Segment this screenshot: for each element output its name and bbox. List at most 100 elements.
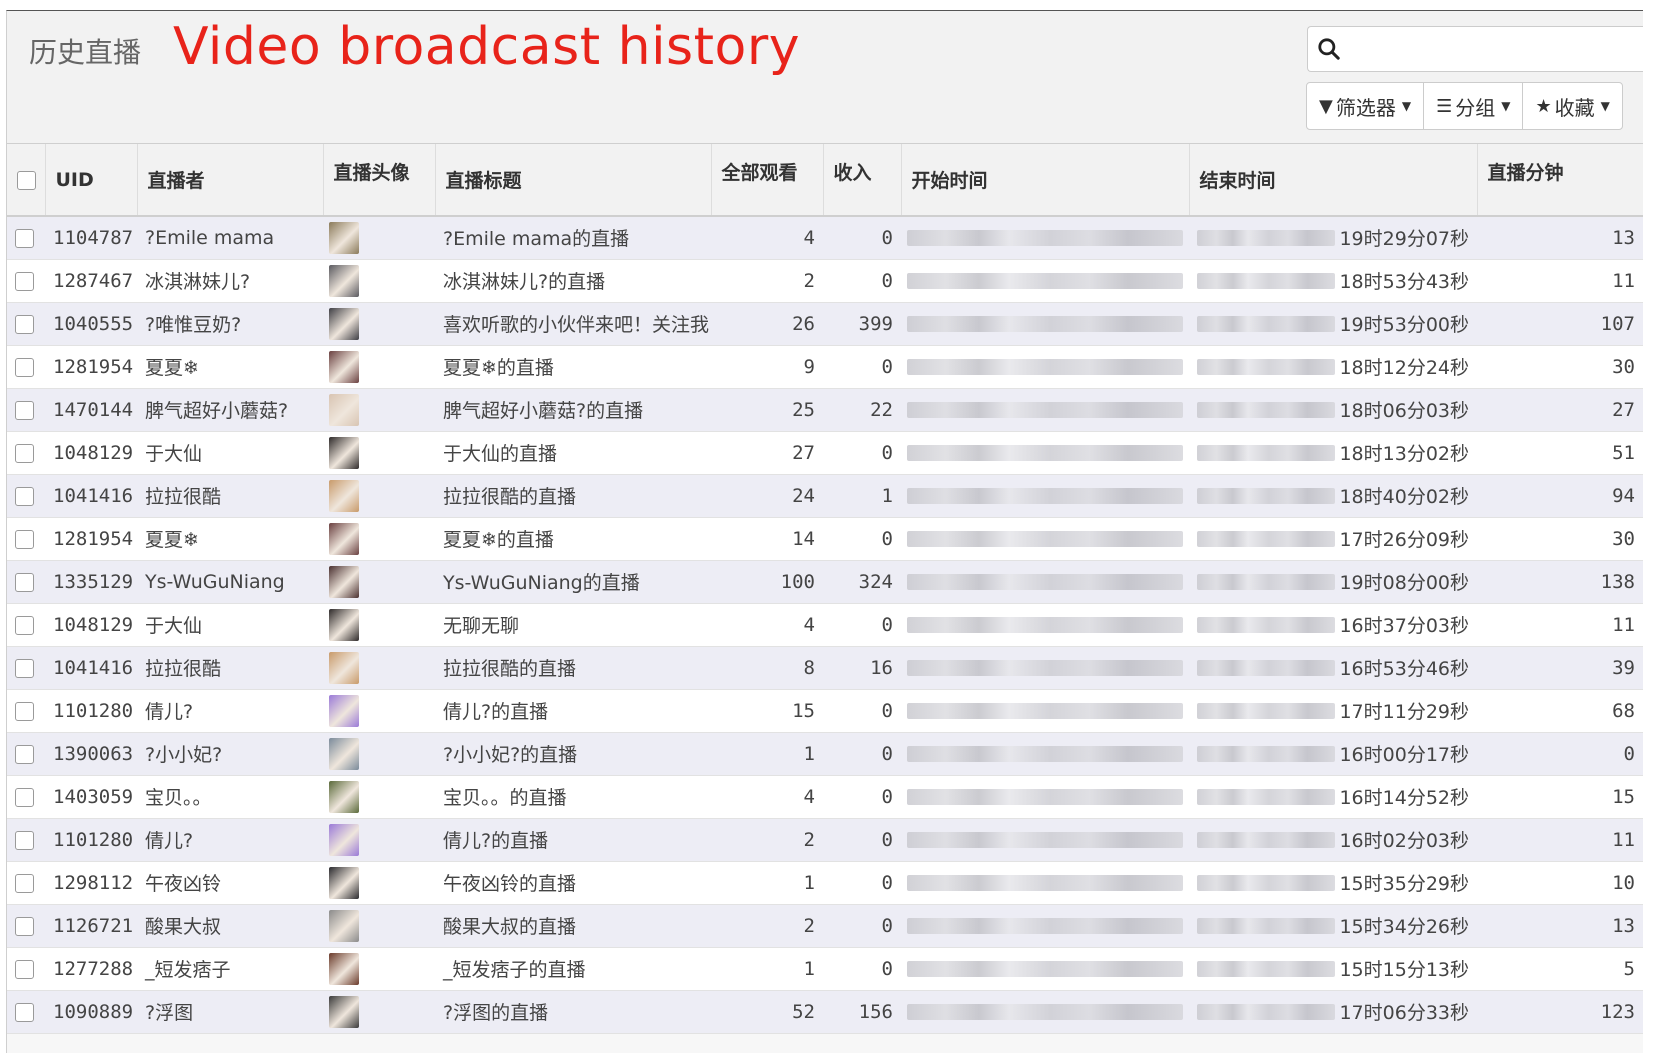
row-checkbox[interactable] (15, 486, 34, 506)
row-checkbox[interactable] (15, 443, 34, 463)
favorites-button[interactable]: ★ 收藏 ▼ (1522, 82, 1623, 130)
column-header-income[interactable]: 收入 (823, 144, 902, 217)
title-cell: 喜欢听歌的小伙伴来吧！关注我 (435, 302, 711, 346)
select-all-checkbox[interactable] (17, 170, 36, 190)
avatar-cell (323, 732, 435, 776)
redacted-end-date (1197, 616, 1336, 633)
avatar-cell (323, 947, 435, 991)
table-row[interactable]: 1335129 Ys-WuGuNiang Ys-WuGuNiang的直播 100 324… (7, 560, 1643, 604)
views-cell: 4 (711, 216, 823, 260)
row-checkbox[interactable] (15, 271, 34, 291)
row-checkbox[interactable] (15, 357, 34, 377)
income-cell: 0 (823, 689, 901, 733)
row-checkbox[interactable] (15, 314, 34, 334)
redacted-end-date (1197, 960, 1336, 977)
income-cell: 22 (823, 388, 901, 432)
end-time-cell: 18时40分02秒 (1189, 474, 1477, 518)
streamer-cell: ?唯惟豆奶? (137, 302, 323, 346)
end-time-text: 16时00分17秒 (1339, 744, 1469, 766)
avatar-cell (323, 259, 435, 303)
row-checkbox[interactable] (15, 400, 34, 420)
views-cell: 14 (711, 517, 823, 561)
end-time-cell: 19时29分07秒 (1189, 216, 1477, 260)
uid-cell: 1277288 (45, 947, 137, 991)
streamer-cell: 夏夏❄ (137, 345, 323, 389)
income-cell: 0 (823, 818, 901, 862)
end-time-cell: 19时53分00秒 (1189, 302, 1477, 346)
row-checkbox[interactable] (15, 228, 34, 248)
column-header-minutes[interactable]: 直播分钟 (1477, 144, 1643, 217)
row-checkbox[interactable] (15, 572, 34, 592)
income-cell: 16 (823, 646, 901, 690)
title-cell: 夏夏❄的直播 (435, 517, 711, 561)
table-row[interactable]: 1101280 倩儿? 倩儿?的直播 15 0 17时11分29秒 68 (7, 689, 1643, 733)
row-checkbox[interactable] (15, 1002, 34, 1022)
table-row[interactable]: 1277288 _短发痞子 _短发痞子的直播 1 0 15时15分13秒 5 (7, 947, 1643, 991)
avatar (329, 436, 359, 469)
table-row[interactable]: 1090889 ?浮图 ?浮图的直播 52 156 17时06分33秒 123 (7, 990, 1643, 1034)
table-row[interactable]: 1048129 于大仙 于大仙的直播 27 0 18时13分02秒 51 (7, 431, 1643, 475)
streamer-cell: ?Emile mama (137, 216, 323, 260)
avatar-cell (323, 302, 435, 346)
table-row[interactable]: 1403059 宝贝。。 宝贝。。的直播 4 0 16时14分52秒 15 (7, 775, 1643, 819)
search-input[interactable] (1348, 31, 1632, 67)
start-time-cell (901, 861, 1189, 905)
uid-cell: 1281954 (45, 345, 137, 389)
row-checkbox[interactable] (15, 658, 34, 678)
table-row[interactable]: 1041416 拉拉很酷 拉拉很酷的直播 24 1 18时40分02秒 94 (7, 474, 1643, 518)
minutes-cell: 13 (1477, 904, 1643, 948)
column-header-uid[interactable]: UID (45, 144, 138, 217)
table-row[interactable]: 1390063 ?小小妃? ?小小妃?的直播 1 0 16时00分17秒 0 (7, 732, 1643, 776)
column-header-avatar[interactable]: 直播头像 (323, 144, 436, 217)
row-checkbox[interactable] (15, 959, 34, 979)
row-select-cell (7, 646, 45, 690)
broadcast-table: UID 直播者 直播头像 直播标题 全部观看 收入 开始时间 结束时间 直播分钟… (7, 144, 1643, 1034)
row-checkbox[interactable] (15, 916, 34, 936)
row-checkbox[interactable] (15, 873, 34, 893)
table-row[interactable]: 1101280 倩儿? 倩儿?的直播 2 0 16时02分03秒 11 (7, 818, 1643, 862)
list-icon: ☰ (1436, 95, 1453, 117)
table-row[interactable]: 1048129 于大仙 无聊无聊 4 0 16时37分03秒 11 (7, 603, 1643, 647)
avatar (329, 221, 359, 254)
row-select-cell (7, 947, 45, 991)
start-time-cell (901, 560, 1189, 604)
end-time-cell: 18时12分24秒 (1189, 345, 1477, 389)
income-cell: 0 (823, 732, 901, 776)
table-header-row: UID 直播者 直播头像 直播标题 全部观看 收入 开始时间 结束时间 直播分钟 (7, 144, 1643, 217)
table-row[interactable]: 1298112 午夜凶铃 午夜凶铃的直播 1 0 15时35分29秒 10 (7, 861, 1643, 905)
column-header-start-time[interactable]: 开始时间 (901, 144, 1190, 217)
row-checkbox[interactable] (15, 615, 34, 635)
group-by-button[interactable]: ☰ 分组 ▼ (1423, 82, 1524, 130)
row-select-cell (7, 259, 45, 303)
redacted-start-time (907, 530, 1183, 547)
views-cell: 1 (711, 947, 823, 991)
column-header-title[interactable]: 直播标题 (435, 144, 712, 217)
minutes-cell: 5 (1477, 947, 1643, 991)
row-checkbox[interactable] (15, 787, 34, 807)
table-row[interactable]: 1470144 脾气超好小蘑菇? 脾气超好小蘑菇?的直播 25 22 18时06分03秒 2… (7, 388, 1643, 432)
row-checkbox[interactable] (15, 701, 34, 721)
breadcrumb[interactable]: 历史直播 (29, 31, 141, 71)
income-cell: 0 (823, 431, 901, 475)
column-header-streamer[interactable]: 直播者 (137, 144, 324, 217)
column-header-end-time[interactable]: 结束时间 (1189, 144, 1478, 217)
table-row[interactable]: 1104787 ?Emile mama ?Emile mama的直播 4 0 19时29分… (7, 216, 1643, 260)
table-row[interactable]: 1040555 ?唯惟豆奶? 喜欢听歌的小伙伴来吧！关注我 26 399 19时53分00… (7, 302, 1643, 346)
redacted-end-date (1197, 315, 1336, 332)
table-row[interactable]: 1287467 冰淇淋妹儿? 冰淇淋妹儿?的直播 2 0 18时53分43秒 11 (7, 259, 1643, 303)
start-time-cell (901, 818, 1189, 862)
redacted-start-time (907, 960, 1183, 977)
end-time-text: 17时06分33秒 (1339, 1002, 1469, 1024)
table-row[interactable]: 1281954 夏夏❄ 夏夏❄的直播 14 0 17时26分09秒 30 (7, 517, 1643, 561)
column-header-views[interactable]: 全部观看 (711, 144, 824, 217)
views-cell: 1 (711, 861, 823, 905)
row-checkbox[interactable] (15, 744, 34, 764)
filter-button[interactable]: ▼ 筛选器 ▼ (1306, 82, 1425, 130)
table-row[interactable]: 1126721 酸果大叔 酸果大叔的直播 2 0 15时34分26秒 13 (7, 904, 1643, 948)
table-row[interactable]: 1041416 拉拉很酷 拉拉很酷的直播 8 16 16时53分46秒 39 (7, 646, 1643, 690)
row-checkbox[interactable] (15, 830, 34, 850)
row-checkbox[interactable] (15, 529, 34, 549)
redacted-end-date (1197, 917, 1336, 934)
title-cell: 夏夏❄的直播 (435, 345, 711, 389)
table-row[interactable]: 1281954 夏夏❄ 夏夏❄的直播 9 0 18时12分24秒 30 (7, 345, 1643, 389)
